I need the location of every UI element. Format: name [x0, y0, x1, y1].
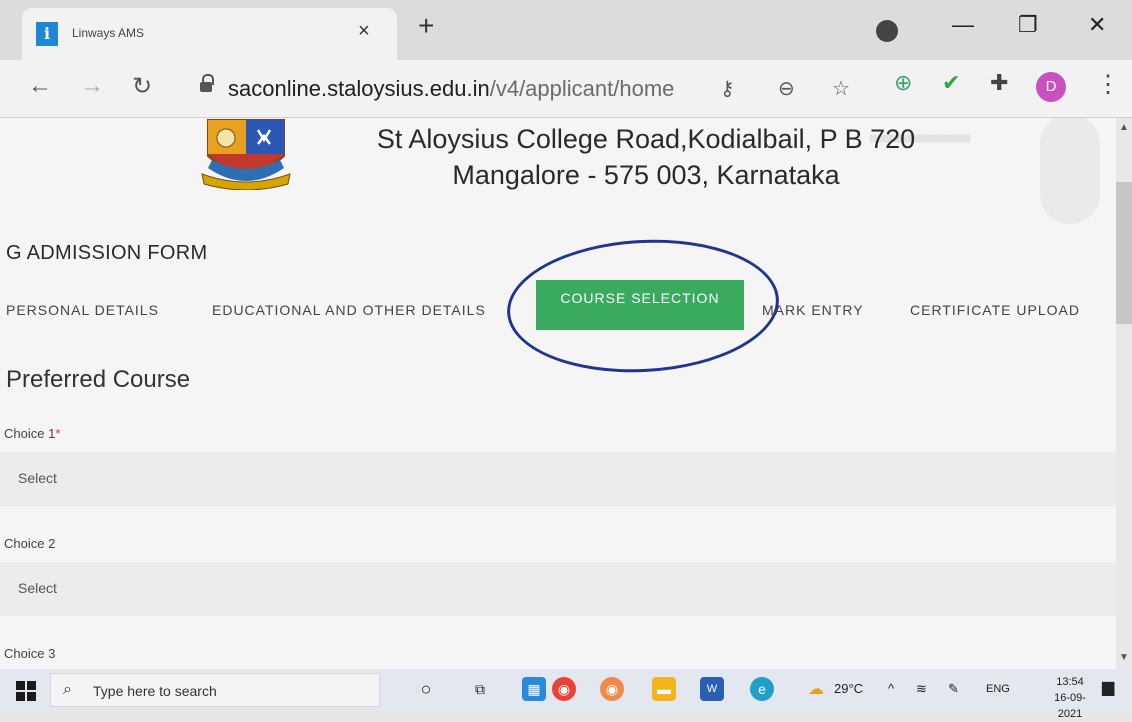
scroll-up-arrow-icon[interactable]: ▲	[1119, 122, 1129, 133]
pen-icon[interactable]: ✎	[948, 681, 959, 697]
wifi-icon[interactable]: ≋	[916, 681, 927, 697]
cortana-icon[interactable]: ○	[414, 677, 438, 701]
required-marker: *	[55, 426, 61, 441]
notification-center-icon[interactable]: ▆	[1102, 677, 1114, 697]
choice-1-label: Choice 1*	[4, 426, 60, 441]
browser-tab-strip: i Linways AMS × + — ❐ ✕	[0, 0, 1132, 60]
taskbar-search-box[interactable]: ⌕ Type here to search	[50, 673, 380, 707]
file-explorer-icon[interactable]: ▬	[652, 677, 676, 701]
form-title: G ADMISSION FORM	[6, 242, 208, 264]
reload-button[interactable]: ↻	[132, 72, 152, 101]
step-certificate-upload[interactable]: CERTIFICATE UPLOAD	[910, 302, 1080, 318]
weather-temperature[interactable]: 29°C	[834, 681, 863, 696]
media-indicator-icon[interactable]	[876, 20, 898, 42]
zoom-icon[interactable]: ⊖	[778, 76, 795, 101]
college-address-line-1: St Aloysius College Road,Kodialbail, P B…	[376, 124, 916, 154]
page-content: ▂▂▂▂▂ St Aloysius College Road,Kodialbai…	[0, 118, 1116, 669]
chrome-profile-icon[interactable]: ◉	[600, 677, 624, 701]
minimize-button[interactable]: —	[952, 12, 974, 38]
restore-button[interactable]: ❐	[1018, 12, 1038, 38]
choice-3-label: Choice 3	[4, 646, 56, 661]
url-text: saconline.staloysius.edu.in/v4/applicant…	[228, 76, 674, 102]
section-title: Preferred Course	[6, 366, 191, 393]
tray-chevron-icon[interactable]: ^	[888, 681, 894, 696]
signin-extension-icon[interactable]: ⊕	[894, 70, 912, 96]
choice-1-value: Select	[18, 470, 57, 486]
scroll-thumb[interactable]	[1116, 182, 1132, 324]
page-scrollbar[interactable]: ▲ ▼	[1116, 118, 1132, 669]
checkmark-extension-icon[interactable]: ✔	[942, 70, 960, 96]
clock-date: 16-09-2021	[1054, 692, 1086, 720]
choice-2-select[interactable]: Select	[0, 562, 1116, 616]
windows-start-icon[interactable]	[16, 681, 36, 701]
forward-button[interactable]: →	[80, 72, 104, 100]
college-crest-logo	[201, 119, 291, 190]
choice-2-value: Select	[18, 580, 57, 596]
bookmark-star-icon[interactable]: ☆	[832, 76, 850, 101]
language-indicator[interactable]: ENG	[986, 683, 1010, 695]
windows-taskbar: ⌕ Type here to search ○ ⧉ ▦ ◉ ◉ ▬ W e ☁ …	[0, 669, 1132, 720]
scroll-down-arrow-icon[interactable]: ▼	[1119, 652, 1129, 663]
background-artifact	[1040, 118, 1100, 224]
annotation-circle	[503, 232, 783, 380]
choice-2-label: Choice 2	[4, 536, 56, 551]
close-window-button[interactable]: ✕	[1088, 12, 1106, 38]
browser-menu-icon[interactable]: ⋮	[1096, 70, 1120, 99]
choice-1-label-text: Choice 1	[4, 426, 56, 441]
search-placeholder: Type here to search	[93, 683, 217, 699]
step-educational-details[interactable]: EDUCATIONAL AND OTHER DETAILS	[212, 302, 486, 318]
weather-icon[interactable]: ☁	[808, 679, 824, 699]
linways-favicon-icon: i	[36, 22, 58, 46]
browser-tab[interactable]: i Linways AMS ×	[22, 8, 397, 60]
word-icon[interactable]: W	[700, 677, 724, 701]
url-host: saconline.staloysius.edu.in	[228, 76, 490, 101]
url-path: /v4/applicant/home	[489, 76, 675, 101]
address-bar[interactable]: saconline.staloysius.edu.in/v4/applicant…	[182, 68, 882, 108]
tab-title: Linways AMS	[72, 26, 145, 40]
chrome-icon[interactable]: ◉	[552, 677, 576, 701]
clock-time: 13:54	[1056, 676, 1084, 688]
taskbar-clock[interactable]: 13:54 16-09-2021	[1042, 674, 1098, 722]
browser-toolbar: ← → ↻ saconline.staloysius.edu.in/v4/app…	[0, 60, 1132, 118]
profile-avatar[interactable]: D	[1036, 72, 1066, 102]
college-address-line-2: Mangalore - 575 003, Karnataka	[452, 160, 840, 190]
choice-1-select[interactable]: Select	[0, 452, 1116, 506]
task-view-icon[interactable]: ⧉	[468, 677, 492, 701]
extensions-puzzle-icon[interactable]: ✚	[990, 70, 1008, 96]
search-icon: ⌕	[63, 681, 72, 698]
password-key-icon[interactable]: ⚷	[720, 76, 735, 101]
lock-icon[interactable]	[200, 74, 214, 94]
new-tab-button[interactable]: +	[418, 12, 434, 40]
tab-close-icon[interactable]: ×	[358, 20, 370, 43]
edge-icon[interactable]: e	[750, 677, 774, 701]
step-personal-details[interactable]: PERSONAL DETAILS	[6, 302, 159, 318]
calculator-icon[interactable]: ▦	[522, 677, 546, 701]
back-button[interactable]: ←	[28, 72, 52, 100]
